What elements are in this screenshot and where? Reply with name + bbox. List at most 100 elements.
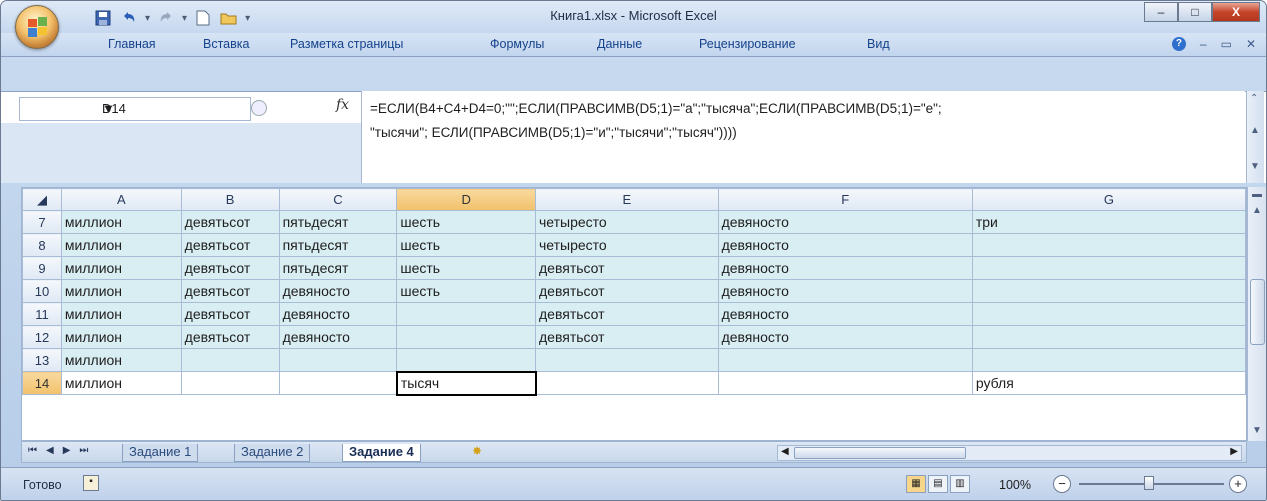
column-header[interactable]: C bbox=[278, 188, 398, 211]
cell-g7[interactable]: три bbox=[971, 210, 1246, 234]
cell-f9[interactable]: девяносто bbox=[717, 256, 973, 280]
cell-c10[interactable]: девяносто bbox=[278, 279, 398, 303]
column-header[interactable]: E bbox=[535, 188, 719, 211]
worksheet-grid[interactable]: ◢ A B C D E F G 7 миллион девятьсот пятьдес… bbox=[21, 187, 1247, 441]
insert-function-icon[interactable]: fx bbox=[336, 97, 349, 113]
cell-a12[interactable]: миллион bbox=[60, 325, 182, 349]
cell-e10[interactable]: девятьсот bbox=[535, 279, 719, 303]
column-header-selected[interactable]: D bbox=[396, 188, 536, 211]
row-header[interactable]: 10 bbox=[22, 279, 62, 303]
cell-c12[interactable]: девяносто bbox=[278, 325, 398, 349]
cell-b8[interactable]: девятьсот bbox=[180, 233, 280, 257]
cell-b11[interactable]: девятьсот bbox=[180, 302, 280, 326]
row-header[interactable]: 8 bbox=[22, 233, 62, 257]
scroll-up-icon[interactable]: ▲ bbox=[1252, 205, 1262, 216]
cell-d14[interactable]: тысяч bbox=[395, 370, 537, 396]
maximize-button[interactable]: □ bbox=[1178, 2, 1212, 22]
cell-b14[interactable] bbox=[180, 371, 280, 395]
row-header[interactable]: 7 bbox=[22, 210, 62, 234]
name-box[interactable]: D14 ▼ bbox=[19, 97, 251, 121]
zoom-out-button[interactable]: − bbox=[1053, 475, 1071, 493]
cell-g11[interactable] bbox=[971, 302, 1246, 326]
cell-e11[interactable]: девятьсот bbox=[535, 302, 719, 326]
tab-home[interactable]: Главная bbox=[108, 37, 156, 51]
tab-insert[interactable]: Вставка bbox=[203, 37, 249, 51]
cell-c8[interactable]: пятьдесят bbox=[278, 233, 398, 257]
horizontal-scroll-thumb[interactable] bbox=[794, 447, 966, 459]
row-header[interactable]: 9 bbox=[22, 256, 62, 280]
cell-g14[interactable]: рубля bbox=[971, 371, 1246, 395]
cell-e9[interactable]: девятьсот bbox=[535, 256, 719, 280]
cell-e7[interactable]: четыресто bbox=[535, 210, 719, 234]
vertical-scroll-thumb[interactable] bbox=[1250, 279, 1265, 345]
cell-a8[interactable]: миллион bbox=[60, 233, 182, 257]
cell-g12[interactable] bbox=[971, 325, 1246, 349]
cell-a14[interactable]: миллион bbox=[60, 371, 182, 395]
zoom-slider-thumb[interactable] bbox=[1144, 476, 1154, 490]
first-sheet-icon[interactable]: ⏮ bbox=[28, 445, 37, 456]
cell-g9[interactable] bbox=[971, 256, 1246, 280]
cell-e13[interactable] bbox=[535, 348, 719, 372]
ribbon-close-icon[interactable]: ✕ bbox=[1246, 37, 1256, 51]
formula-scroll-up-icon[interactable]: ▲ bbox=[1250, 125, 1260, 136]
zoom-level[interactable]: 100% bbox=[999, 478, 1031, 492]
cell-b10[interactable]: девятьсот bbox=[180, 279, 280, 303]
tab-formulas[interactable]: Формулы bbox=[490, 37, 544, 51]
name-box-dropdown-icon[interactable]: ▼ bbox=[102, 101, 115, 116]
ribbon-minimize-icon[interactable]: – bbox=[1200, 37, 1207, 51]
cell-f7[interactable]: девяносто bbox=[717, 210, 973, 234]
cell-g13[interactable] bbox=[971, 348, 1246, 372]
cell-c11[interactable]: девяносто bbox=[278, 302, 398, 326]
ribbon-restore-icon[interactable]: ▭ bbox=[1221, 37, 1232, 51]
page-break-view-icon[interactable]: ▥ bbox=[950, 475, 970, 493]
cell-d8[interactable]: шесть bbox=[396, 233, 536, 257]
column-header[interactable]: F bbox=[717, 188, 973, 211]
column-header[interactable]: G bbox=[971, 188, 1246, 211]
normal-view-icon[interactable]: ▦ bbox=[906, 475, 926, 493]
cell-e12[interactable]: девятьсот bbox=[535, 325, 719, 349]
cell-f8[interactable]: девяносто bbox=[717, 233, 973, 257]
row-header[interactable]: 13 bbox=[22, 348, 62, 372]
next-sheet-icon[interactable]: ▶ bbox=[63, 445, 71, 456]
tab-review[interactable]: Рецензирование bbox=[699, 37, 796, 51]
close-button[interactable]: X bbox=[1212, 2, 1260, 22]
sheet-tab-zadanie-4[interactable]: Задание 4 bbox=[342, 444, 421, 462]
cell-a7[interactable]: миллион bbox=[60, 210, 182, 234]
cell-e8[interactable]: четыресто bbox=[535, 233, 719, 257]
vertical-scrollbar[interactable]: ▬ ▲ ▼ bbox=[1247, 187, 1266, 441]
formula-collapse-icon[interactable]: ⌃ bbox=[1250, 93, 1258, 104]
tab-page-layout[interactable]: Разметка страницы bbox=[290, 37, 403, 51]
cell-g8[interactable] bbox=[971, 233, 1246, 257]
cell-d7[interactable]: шесть bbox=[396, 210, 536, 234]
scroll-left-icon[interactable]: ◀ bbox=[781, 446, 789, 457]
help-icon[interactable]: ? bbox=[1171, 37, 1186, 51]
tab-view[interactable]: Вид bbox=[867, 37, 890, 51]
cell-c13[interactable] bbox=[278, 348, 398, 372]
cell-d9[interactable]: шесть bbox=[396, 256, 536, 280]
tab-data[interactable]: Данные bbox=[597, 37, 642, 51]
cell-b12[interactable]: девятьсот bbox=[180, 325, 280, 349]
row-header[interactable]: 12 bbox=[22, 325, 62, 349]
select-all-corner[interactable]: ◢ bbox=[22, 188, 62, 211]
cell-d12[interactable] bbox=[396, 325, 536, 349]
cell-g10[interactable] bbox=[971, 279, 1246, 303]
cell-f13[interactable] bbox=[717, 348, 973, 372]
column-header[interactable]: A bbox=[60, 188, 182, 211]
cell-c7[interactable]: пятьдесят bbox=[278, 210, 398, 234]
insert-sheet-icon[interactable]: ✸ bbox=[472, 444, 498, 462]
horizontal-scrollbar[interactable]: ◀ ▶ bbox=[777, 445, 1242, 461]
cell-d13[interactable] bbox=[396, 348, 536, 372]
cell-b7[interactable]: девятьсот bbox=[180, 210, 280, 234]
prev-sheet-icon[interactable]: ◀ bbox=[46, 445, 54, 456]
cell-a13[interactable]: миллион bbox=[60, 348, 182, 372]
cell-a11[interactable]: миллион bbox=[60, 302, 182, 326]
page-layout-view-icon[interactable]: ▤ bbox=[928, 475, 948, 493]
cell-c9[interactable]: пятьдесят bbox=[278, 256, 398, 280]
sheet-tab-zadanie-1[interactable]: Задание 1 bbox=[122, 444, 199, 462]
row-header[interactable]: 14 bbox=[22, 371, 62, 395]
row-header[interactable]: 11 bbox=[22, 302, 62, 326]
office-button[interactable] bbox=[15, 5, 59, 49]
cell-a9[interactable]: миллион bbox=[60, 256, 182, 280]
column-header[interactable]: B bbox=[180, 188, 280, 211]
zoom-in-button[interactable]: + bbox=[1229, 475, 1247, 493]
